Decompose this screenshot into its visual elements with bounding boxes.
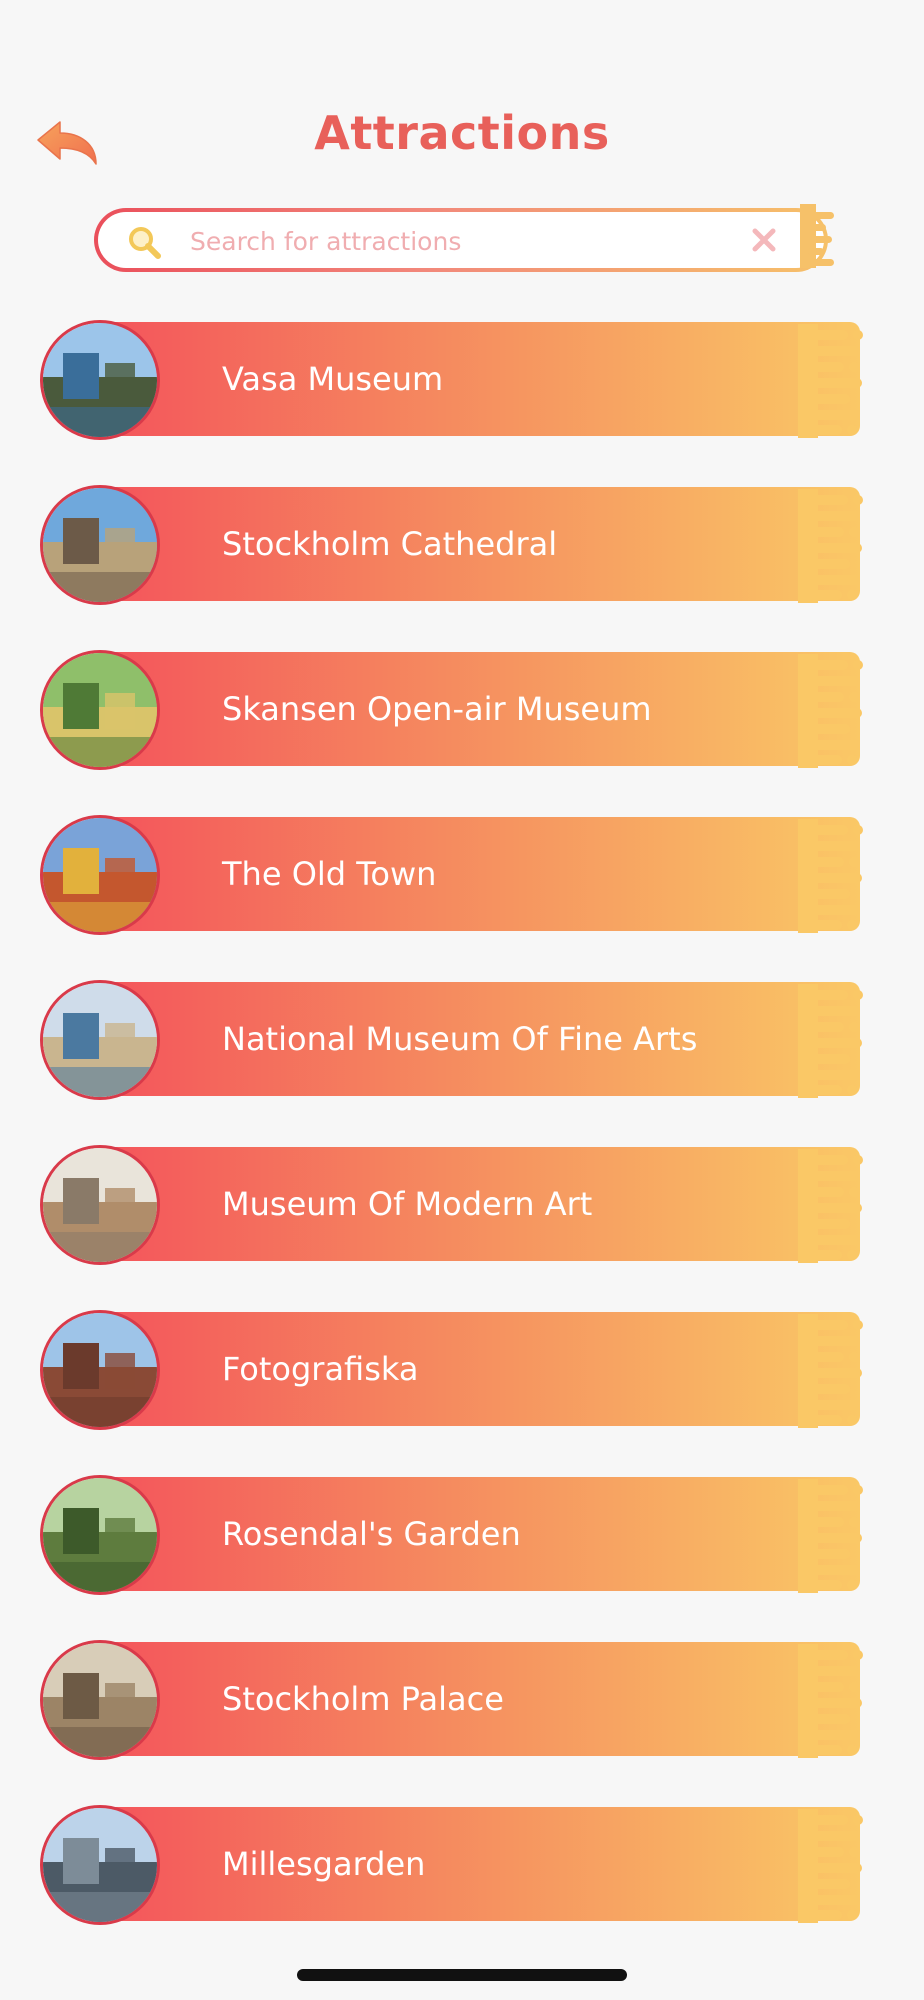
search-bar bbox=[94, 204, 834, 272]
attraction-thumbnail bbox=[40, 650, 160, 770]
attraction-photo bbox=[43, 323, 157, 437]
attraction-thumbnail bbox=[40, 1145, 160, 1265]
search-field-container bbox=[98, 212, 824, 270]
attraction-photo bbox=[43, 983, 157, 1097]
drip-decoration bbox=[800, 204, 834, 268]
attraction-thumbnail bbox=[40, 1475, 160, 1595]
attraction-name: Skansen Open-air Museum bbox=[222, 690, 652, 728]
attraction-item[interactable]: Rosendal's Garden bbox=[40, 1475, 874, 1595]
attraction-photo bbox=[43, 818, 157, 932]
header: Attractions bbox=[0, 100, 924, 180]
attraction-photo bbox=[43, 1808, 157, 1922]
attraction-thumbnail bbox=[40, 980, 160, 1100]
attraction-photo bbox=[43, 488, 157, 602]
drip-decoration bbox=[798, 1149, 863, 1263]
attraction-photo bbox=[43, 1148, 157, 1262]
attraction-name: Vasa Museum bbox=[222, 360, 444, 398]
drip-decoration bbox=[798, 819, 863, 933]
attraction-bar bbox=[100, 817, 863, 933]
close-icon[interactable] bbox=[750, 226, 778, 254]
attraction-bar bbox=[100, 1807, 863, 1923]
search-input[interactable] bbox=[188, 212, 712, 270]
drip-decoration bbox=[798, 489, 863, 603]
attraction-photo bbox=[43, 1478, 157, 1592]
attraction-item[interactable]: The Old Town bbox=[40, 815, 874, 935]
attraction-thumbnail bbox=[40, 1640, 160, 1760]
attraction-thumbnail bbox=[40, 815, 160, 935]
attraction-item[interactable]: Stockholm Cathedral bbox=[40, 485, 874, 605]
drip-decoration bbox=[798, 1314, 863, 1428]
drip-decoration bbox=[798, 324, 863, 438]
drip-decoration bbox=[798, 1479, 863, 1593]
attraction-item[interactable]: Vasa Museum bbox=[40, 320, 874, 440]
attraction-item[interactable]: National Museum Of Fine Arts bbox=[40, 980, 874, 1100]
attraction-name: The Old Town bbox=[222, 855, 437, 893]
attraction-photo bbox=[43, 1643, 157, 1757]
attraction-item[interactable]: Museum Of Modern Art bbox=[40, 1145, 874, 1265]
attraction-item[interactable]: Millesgarden bbox=[40, 1805, 874, 1925]
attraction-photo bbox=[43, 1313, 157, 1427]
attraction-photo bbox=[43, 653, 157, 767]
attraction-thumbnail bbox=[40, 1805, 160, 1925]
attraction-name: Stockholm Cathedral bbox=[222, 525, 558, 563]
attraction-name: National Museum Of Fine Arts bbox=[222, 1020, 698, 1058]
attraction-item[interactable]: Fotografiska bbox=[40, 1310, 874, 1430]
attraction-thumbnail bbox=[40, 1310, 160, 1430]
search-icon bbox=[129, 227, 161, 259]
attraction-name: Stockholm Palace bbox=[222, 1680, 504, 1718]
attraction-thumbnail bbox=[40, 485, 160, 605]
drip-decoration bbox=[798, 654, 863, 768]
home-indicator bbox=[297, 1969, 627, 1981]
drip-decoration bbox=[798, 984, 863, 1098]
attraction-item[interactable]: Skansen Open-air Museum bbox=[40, 650, 874, 770]
attraction-bar bbox=[100, 1312, 863, 1428]
page-title: Attractions bbox=[314, 106, 610, 160]
attraction-name: Rosendal's Garden bbox=[222, 1515, 521, 1553]
drip-decoration bbox=[798, 1809, 863, 1923]
drip-decoration bbox=[798, 1644, 863, 1758]
attraction-thumbnail bbox=[40, 320, 160, 440]
attraction-name: Museum Of Modern Art bbox=[222, 1185, 593, 1223]
attraction-name: Millesgarden bbox=[222, 1845, 426, 1883]
attraction-name: Fotografiska bbox=[222, 1350, 419, 1388]
attraction-item[interactable]: Stockholm Palace bbox=[40, 1640, 874, 1760]
attraction-bar bbox=[100, 322, 863, 438]
